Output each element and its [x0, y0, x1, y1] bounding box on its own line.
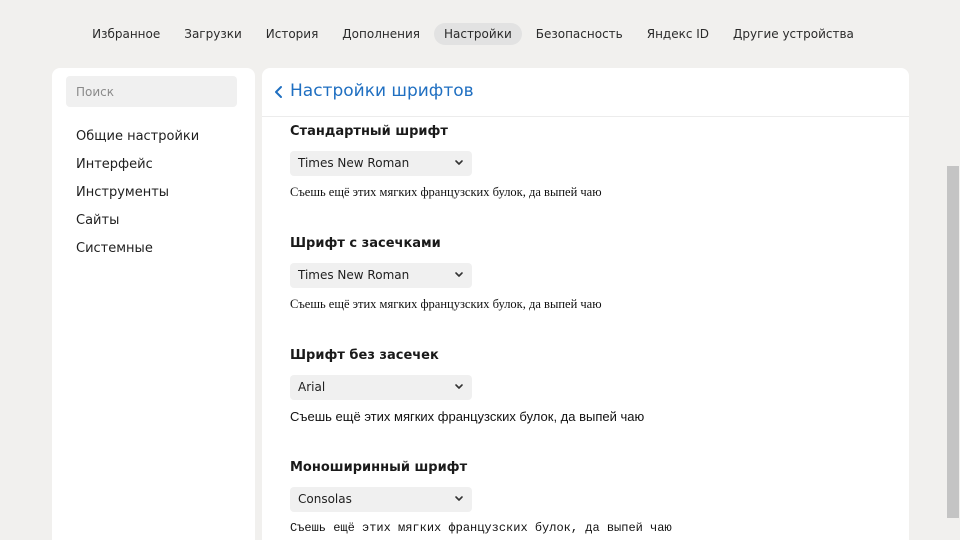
- page-scrollbar[interactable]: [946, 0, 960, 540]
- chevron-down-icon: [455, 160, 463, 165]
- top-navigation: Избранное Загрузки История Дополнения На…: [0, 22, 946, 46]
- scrollbar-thumb[interactable]: [947, 166, 959, 518]
- font-preview: Съешь ещё этих мягких французских булок,…: [290, 409, 645, 424]
- select-value: Times New Roman: [298, 268, 410, 282]
- section-title: Шрифт с засечками: [290, 236, 441, 251]
- font-section-monospace: Моноширинный шрифт Consolas Съешь ещё эт…: [290, 459, 890, 535]
- section-title: Шрифт без засечек: [290, 348, 439, 363]
- back-button[interactable]: [272, 82, 286, 102]
- section-title: Стандартный шрифт: [290, 124, 448, 139]
- sans-serif-font-select[interactable]: Arial: [290, 375, 472, 400]
- sidebar-item-system[interactable]: Системные: [76, 242, 199, 270]
- tab-extensions[interactable]: Дополнения: [332, 23, 430, 45]
- sidebar-item-sites[interactable]: Сайты: [76, 214, 199, 242]
- page-title: Настройки шрифтов: [290, 81, 474, 101]
- sidebar-menu: Общие настройки Интерфейс Инструменты Са…: [76, 130, 199, 270]
- section-title: Моноширинный шрифт: [290, 460, 468, 475]
- font-preview: Съешь ещё этих мягких французских булок,…: [290, 185, 602, 199]
- tab-security[interactable]: Безопасность: [526, 23, 633, 45]
- monospace-font-select[interactable]: Consolas: [290, 487, 472, 512]
- settings-sidebar: Общие настройки Интерфейс Инструменты Са…: [52, 68, 255, 540]
- sidebar-item-interface[interactable]: Интерфейс: [76, 158, 199, 186]
- serif-font-select[interactable]: Times New Roman: [290, 263, 472, 288]
- font-section-serif: Шрифт с засечками Times New Roman Съешь …: [290, 235, 890, 312]
- sidebar-item-tools[interactable]: Инструменты: [76, 186, 199, 214]
- font-preview: Съешь ещё этих мягких французских булок,…: [290, 297, 602, 311]
- search-input[interactable]: [66, 76, 237, 107]
- select-value: Consolas: [298, 492, 352, 506]
- font-preview: Съешь ещё этих мягких французских булок,…: [290, 521, 672, 535]
- select-value: Arial: [298, 380, 326, 394]
- main-panel: Настройки шрифтов Стандартный шрифт Time…: [262, 68, 909, 540]
- chevron-left-icon: [275, 86, 282, 98]
- font-section-sans-serif: Шрифт без засечек Arial Съешь ещё этих м…: [290, 347, 890, 424]
- tab-favorites[interactable]: Избранное: [82, 23, 170, 45]
- tab-settings[interactable]: Настройки: [433, 23, 522, 45]
- panel-header: Настройки шрифтов: [262, 68, 909, 117]
- chevron-down-icon: [455, 384, 463, 389]
- chevron-down-icon: [455, 496, 463, 501]
- font-section-standard: Стандартный шрифт Times New Roman Съешь …: [290, 123, 890, 200]
- tab-yandex-id[interactable]: Яндекс ID: [637, 23, 719, 45]
- sidebar-item-general[interactable]: Общие настройки: [76, 130, 199, 158]
- tab-downloads[interactable]: Загрузки: [174, 23, 252, 45]
- chevron-down-icon: [455, 272, 463, 277]
- tab-other-devices[interactable]: Другие устройства: [723, 23, 864, 45]
- select-value: Times New Roman: [298, 156, 410, 170]
- standard-font-select[interactable]: Times New Roman: [290, 151, 472, 176]
- tab-history[interactable]: История: [256, 23, 329, 45]
